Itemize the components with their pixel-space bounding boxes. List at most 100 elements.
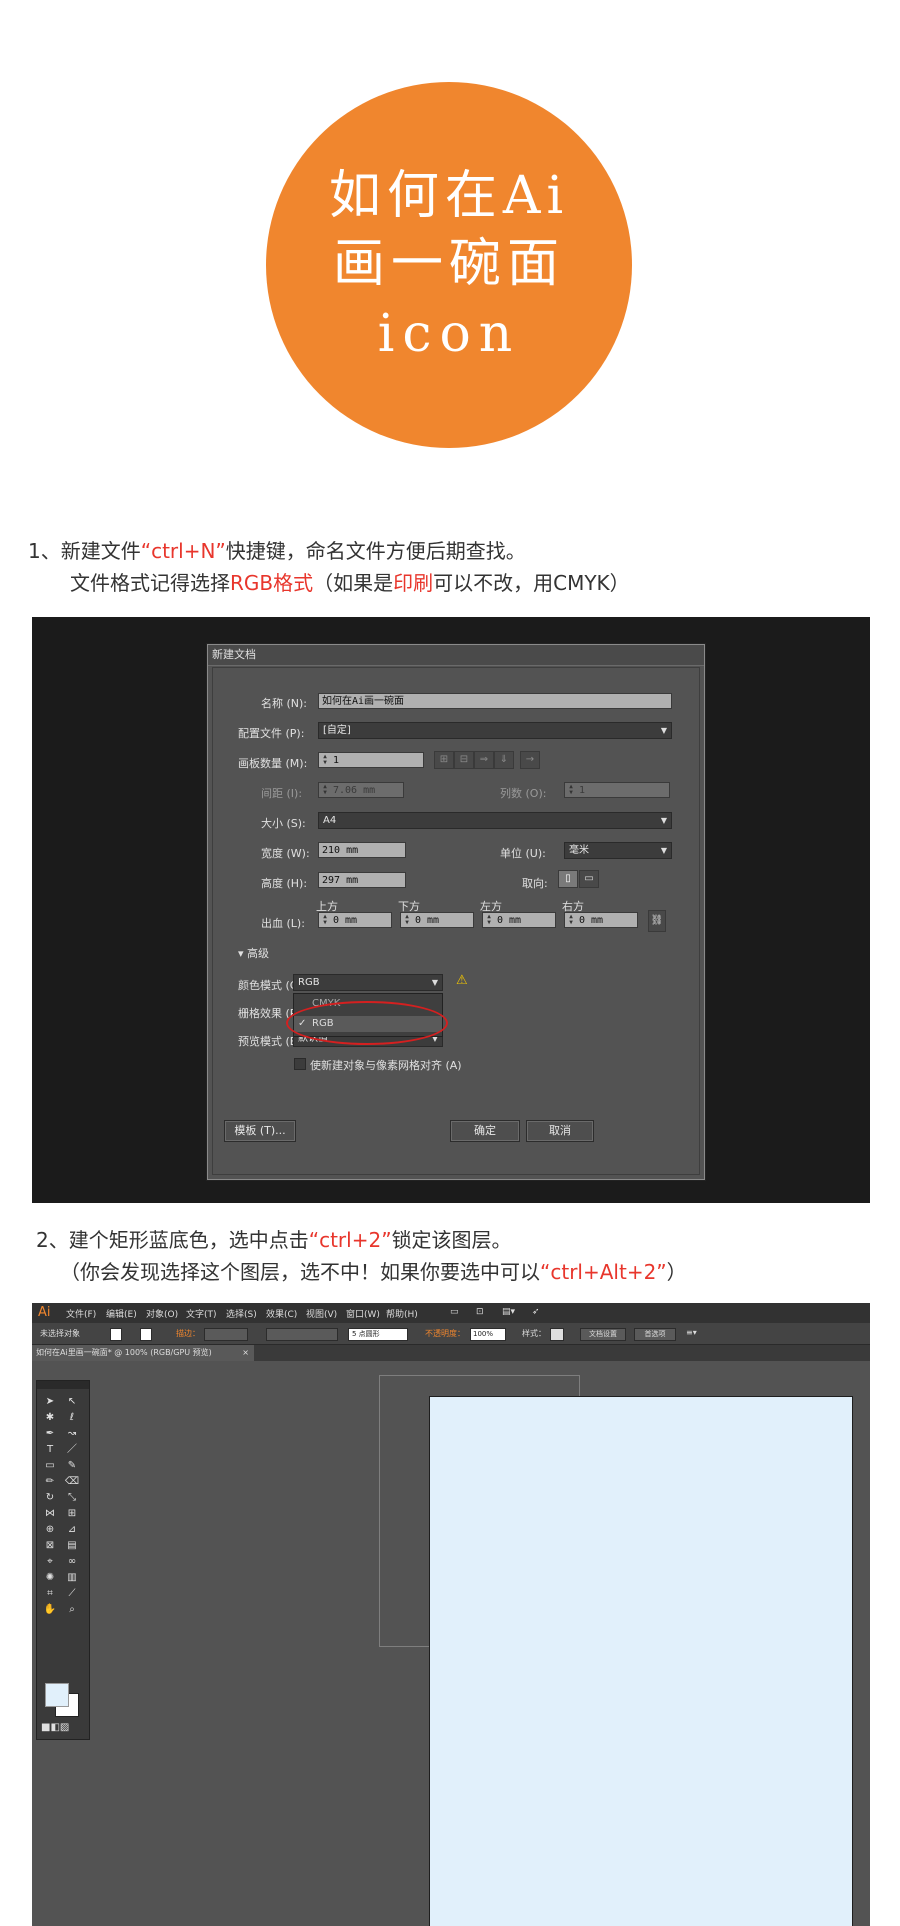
magic-wand-icon[interactable]: ✱ [41,1411,59,1425]
arrange-documents-icon[interactable]: ▤▾ [502,1307,515,1317]
menu-window[interactable]: 窗口(W) [346,1307,380,1320]
zoom-tool-icon[interactable]: ⌕ [63,1603,81,1617]
curvature-tool-icon[interactable]: ↝ [63,1427,81,1441]
step1-line1: 1、新建文件“ctrl+N”快捷键，命名文件方便后期查找。 [28,536,526,566]
stroke-weight-field[interactable] [204,1328,248,1341]
name-label: 名称 (N): [261,697,308,710]
units-select[interactable]: 毫米 ▼ [564,842,672,859]
advanced-toggle[interactable]: ▾ 高级 [238,945,269,961]
close-icon[interactable]: × [242,1345,249,1361]
menu-file[interactable]: 文件(F) [66,1307,96,1320]
templates-button[interactable]: 模板 (T)... [224,1120,296,1142]
size-select[interactable]: A4 ▼ [318,812,672,829]
gradient-tool-icon[interactable]: ▤ [63,1539,81,1553]
stepper-icon[interactable]: ▲ ▼ [566,914,576,926]
fill-color-swatch[interactable] [45,1683,69,1707]
bleed-right-input[interactable]: ▲ ▼ 0 mm [564,912,638,928]
line-tool-icon[interactable]: ／ [63,1443,81,1457]
stepper-icon[interactable]: ▲ ▼ [484,914,494,926]
menu-view[interactable]: 视图(V) [306,1307,337,1320]
menu-select[interactable]: 选择(S) [226,1307,257,1320]
paintbrush-icon[interactable]: ✎ [63,1459,81,1473]
symbol-sprayer-icon[interactable]: ✺ [41,1571,59,1585]
artboards-input[interactable]: ▲ ▼ 1 [318,752,424,768]
stroke-swatch[interactable] [140,1328,152,1341]
brush-select[interactable]: 5 点圆形 [348,1328,408,1341]
type-tool-icon[interactable]: T [41,1443,59,1457]
mesh-tool-icon[interactable]: ⊠ [41,1539,59,1553]
spacing-input[interactable]: ▲ ▼ 7.06 mm [318,782,404,798]
direct-selection-tool-icon[interactable]: ↖ [63,1395,81,1409]
menu-help[interactable]: 帮助(H) [386,1307,418,1320]
pen-tool-icon[interactable]: ✒ [41,1427,59,1441]
selection-tool-icon[interactable]: ➤ [41,1395,59,1409]
eraser-icon[interactable]: ⌫ [63,1475,81,1489]
free-transform-icon[interactable]: ⊞ [63,1507,81,1521]
rotate-tool-icon[interactable]: ↻ [41,1491,59,1505]
name-input[interactable]: 如何在Ai画一碗面 [318,693,672,709]
grid-by-column-icon[interactable]: ⊟ [454,751,474,769]
color-mode-icon[interactable]: ■◧▨ [41,1721,69,1735]
stepper-icon[interactable]: ▲ ▼ [320,914,330,926]
stock-icon[interactable]: ⊡ [476,1307,484,1317]
opacity-label[interactable]: 不透明度： [425,1328,465,1339]
step1-text-a: 1、新建文件 [28,539,141,563]
grid-by-row-icon[interactable]: ⊞ [434,751,454,769]
arrange-by-row-icon[interactable]: ⇒ [474,751,494,769]
width-input[interactable]: 210 mm [318,842,406,858]
document-tab[interactable]: 如何在Ai里画一碗面* @ 100% (RGB/GPU 预览) × [32,1345,254,1361]
preferences-button[interactable]: 首选项 [634,1328,676,1341]
width-label: 宽度 (W): [261,847,310,860]
shape-builder-icon[interactable]: ⊕ [41,1523,59,1537]
highlight-ellipse [286,1001,448,1045]
pencil-icon[interactable]: ✏ [41,1475,59,1489]
bleed-bottom-input[interactable]: ▲ ▼ 0 mm [400,912,474,928]
style-swatch[interactable] [550,1328,564,1341]
stepper-icon[interactable]: ▲ ▼ [402,914,412,926]
artboard-tool-icon[interactable]: ⌗ [41,1587,59,1601]
perspective-grid-icon[interactable]: ⊿ [63,1523,81,1537]
scale-tool-icon[interactable]: ⤡ [63,1491,81,1505]
menu-object[interactable]: 对象(O) [146,1307,178,1320]
columns-input[interactable]: ▲ ▼ 1 [564,782,670,798]
rectangle-tool-icon[interactable]: ▭ [41,1459,59,1473]
fill-swatch[interactable] [110,1328,122,1341]
height-input[interactable]: 297 mm [318,872,406,888]
slice-tool-icon[interactable]: ⟋ [63,1587,81,1601]
width-tool-icon[interactable]: ⋈ [41,1507,59,1521]
landscape-icon[interactable]: ▭ [579,870,599,888]
arrange-by-column-icon[interactable]: ⇓ [494,751,514,769]
link-icon[interactable]: ⛓ [648,910,666,932]
columns-value: 1 [579,785,586,796]
stroke-label[interactable]: 描边： [176,1328,200,1339]
bleed-top-input[interactable]: ▲ ▼ 0 mm [318,912,392,928]
layout-direction-icon[interactable]: → [520,751,540,769]
opacity-input[interactable]: 100% [470,1328,506,1341]
menu-edit[interactable]: 编辑(E) [106,1307,137,1320]
bridge-icon[interactable]: ▭ [450,1307,459,1317]
gpu-icon[interactable]: ➶ [532,1307,540,1317]
lasso-icon[interactable]: ℓ [63,1411,81,1425]
profile-select[interactable]: [自定] ▼ [318,722,672,739]
menu-effect[interactable]: 效果(C) [266,1307,297,1320]
blend-tool-icon[interactable]: ∞ [63,1555,81,1569]
color-mode-select[interactable]: RGB ▼ [293,974,443,991]
variable-width-field[interactable] [266,1328,338,1341]
tools-panel: ➤ ↖ ✱ ℓ ✒ ↝ T ／ ▭ ✎ ✏ ⌫ ↻ ⤡ ⋈ ⊞ ⊕ ⊿ ⊠ ▤ … [36,1380,90,1740]
menu-type[interactable]: 文字(T) [186,1307,217,1320]
graph-tool-icon[interactable]: ▥ [63,1571,81,1585]
new-document-dialog: 新建文档 名称 (N): 如何在Ai画一碗面 配置文件 (P): [自定] ▼ … [207,644,705,1180]
cancel-button[interactable]: 取消 [526,1120,594,1142]
artboard[interactable] [429,1396,853,1926]
bleed-left-input[interactable]: ▲ ▼ 0 mm [482,912,556,928]
stepper-icon[interactable]: ▲ ▼ [320,754,330,766]
hand-tool-icon[interactable]: ✋ [41,1603,59,1617]
advanced-label: 高级 [247,947,270,960]
panel-options-icon[interactable]: ≡▾ [686,1328,697,1337]
eyedropper-icon[interactable]: ⌖ [41,1555,59,1569]
ok-button[interactable]: 确定 [450,1120,520,1142]
align-checkbox[interactable] [294,1058,306,1070]
document-setup-button[interactable]: 文档设置 [580,1328,626,1341]
tools-panel-header[interactable] [37,1381,89,1389]
portrait-icon[interactable]: ▯ [558,870,578,888]
